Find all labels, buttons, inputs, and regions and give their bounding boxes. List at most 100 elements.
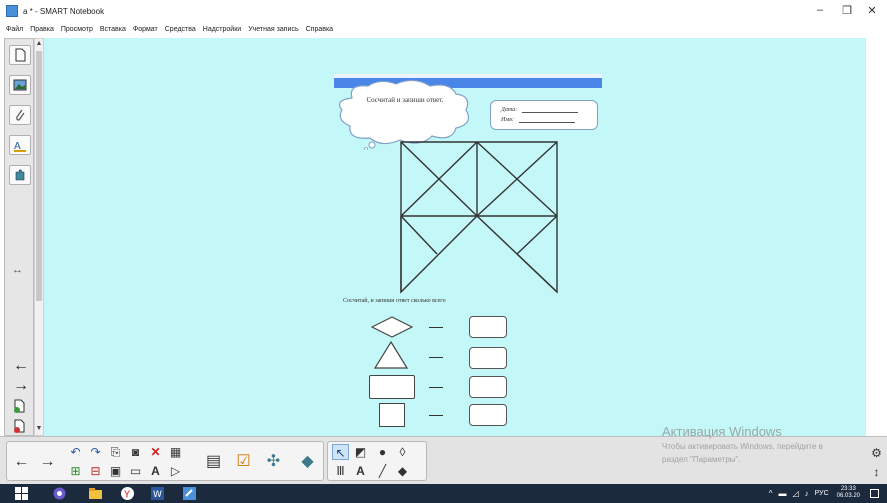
date-label: Дата: bbox=[501, 107, 518, 113]
dash-2 bbox=[429, 357, 443, 358]
menu-file[interactable]: Файл bbox=[6, 26, 23, 33]
table-icon[interactable]: ▦ bbox=[167, 444, 184, 460]
word-icon[interactable]: W bbox=[150, 486, 165, 501]
text-icon[interactable]: A bbox=[147, 463, 164, 479]
display-icon[interactable]: ▤ bbox=[205, 454, 222, 470]
yandex-browser-icon[interactable]: Y bbox=[120, 486, 135, 501]
side-tabs: A ↔ ← → bbox=[4, 38, 34, 436]
answer-box-rhombus[interactable] bbox=[469, 316, 507, 338]
answer-box-triangle[interactable] bbox=[469, 347, 507, 369]
name-line bbox=[518, 117, 575, 123]
text-tool-icon[interactable]: A bbox=[352, 463, 369, 479]
battery-icon[interactable]: ▬ bbox=[778, 489, 786, 498]
menu-insert[interactable]: Вставка bbox=[100, 26, 126, 33]
menu-edit[interactable]: Правка bbox=[30, 26, 54, 33]
addon-icon[interactable]: ✣ bbox=[265, 454, 282, 470]
scroll-thumb[interactable] bbox=[36, 51, 42, 301]
shape-icon[interactable]: ▷ bbox=[167, 463, 184, 479]
delete-page-icon[interactable]: ⊟ bbox=[87, 463, 104, 479]
add-page-icon[interactable]: ⊞ bbox=[67, 463, 84, 479]
screen-capture-icon[interactable]: ◙ bbox=[127, 444, 144, 460]
paste-icon[interactable]: ⎘ bbox=[107, 444, 124, 460]
response-icon[interactable]: ☑ bbox=[235, 454, 252, 470]
menu-format[interactable]: Формат bbox=[133, 26, 158, 33]
attachments-tab[interactable] bbox=[9, 105, 31, 125]
gallery-tab[interactable] bbox=[9, 75, 31, 95]
windows-taskbar: Y W ^ ▬ ◿ ♪ РУС 23:33 06.03.20 bbox=[0, 484, 887, 503]
document-camera-icon[interactable]: ◆ bbox=[299, 454, 316, 470]
properties-tab[interactable]: A bbox=[9, 135, 31, 155]
watermark-line-2: раздел "Параметры". bbox=[662, 455, 741, 464]
menu-help[interactable]: Справка bbox=[306, 26, 333, 33]
addons-icon bbox=[15, 169, 25, 181]
menu-bar: Файл Правка Просмотр Вставка Формат Сред… bbox=[0, 22, 887, 36]
undo-icon[interactable]: ↶ bbox=[67, 444, 84, 460]
eraser-icon[interactable]: ◆ bbox=[394, 463, 411, 479]
volume-icon[interactable]: ♪ bbox=[805, 489, 809, 498]
eraser-tool-icon[interactable]: ◊ bbox=[394, 444, 411, 460]
language-indicator[interactable]: РУС bbox=[815, 490, 829, 497]
smart-notebook-window: a * - SMART Notebook – ❐ ✕ Файл Правка П… bbox=[0, 0, 887, 503]
save-icon[interactable]: ▣ bbox=[107, 463, 124, 479]
gear-icon[interactable]: ⚙ bbox=[868, 445, 885, 461]
scroll-up-icon[interactable]: ▲ bbox=[35, 40, 43, 50]
clock-time: 23:33 bbox=[840, 486, 856, 492]
square-shape[interactable] bbox=[379, 403, 405, 427]
clock-date: 06.03.20 bbox=[836, 493, 860, 499]
whiteboard-canvas[interactable]: Сосчитай и запиши ответ. Дата: Имя: Сосч… bbox=[44, 38, 866, 436]
minimize-button[interactable]: – bbox=[810, 4, 830, 16]
move-toolbar-icon[interactable]: ↕ bbox=[868, 464, 885, 480]
system-tray: ^ ▬ ◿ ♪ РУС 23:33 06.03.20 bbox=[769, 486, 879, 500]
maximize-button[interactable]: ❐ bbox=[837, 4, 857, 17]
clock[interactable]: 23:33 06.03.20 bbox=[837, 486, 860, 500]
file-explorer-icon[interactable] bbox=[88, 486, 103, 501]
fill-icon[interactable]: ● bbox=[374, 444, 391, 460]
pen-icon[interactable]: Ⅲ bbox=[332, 463, 349, 479]
add-page-icon[interactable] bbox=[13, 399, 27, 413]
close-button[interactable]: ✕ bbox=[862, 4, 882, 17]
arrow-left-icon[interactable]: ← bbox=[13, 357, 29, 375]
menu-view[interactable]: Просмотр bbox=[61, 26, 93, 33]
watermark-line-1: Чтобы активировать Windows, перейдите в bbox=[662, 442, 823, 451]
menu-account[interactable]: Учетная запись bbox=[248, 26, 298, 33]
app-icon-1[interactable] bbox=[52, 486, 67, 501]
smart-notebook-taskbar-icon[interactable] bbox=[182, 486, 197, 501]
windows-activation-watermark: Активация Windows Чтобы активировать Win… bbox=[662, 424, 823, 465]
page-sorter-tab[interactable] bbox=[9, 45, 31, 65]
triangle-shape[interactable] bbox=[374, 341, 408, 369]
delete-icon[interactable]: ✕ bbox=[147, 444, 164, 460]
answer-box-rectangle[interactable] bbox=[469, 376, 507, 398]
windows-start-icon[interactable] bbox=[14, 486, 29, 501]
addons-tab[interactable] bbox=[9, 165, 31, 185]
svg-text:W: W bbox=[153, 490, 162, 500]
figure-right-cross bbox=[516, 253, 558, 293]
toolbar-options: ⚙ ↕ bbox=[868, 443, 884, 483]
rectangle-shape[interactable] bbox=[369, 375, 415, 399]
screen-shade-icon[interactable]: ▭ bbox=[127, 463, 144, 479]
prev-page-icon[interactable]: ← bbox=[13, 454, 30, 470]
smart-notebook-icon bbox=[6, 5, 18, 17]
rhombus-shape[interactable] bbox=[371, 316, 413, 338]
next-page-icon[interactable]: → bbox=[39, 454, 56, 470]
answer-box-square[interactable] bbox=[469, 404, 507, 426]
resize-handle-icon[interactable]: ↔ bbox=[12, 264, 23, 276]
name-label: Имя: bbox=[501, 117, 514, 123]
line-icon[interactable]: ╱ bbox=[374, 463, 391, 479]
page-scrollbar[interactable]: ▲ ▼ bbox=[34, 38, 44, 436]
redo-icon[interactable]: ↷ bbox=[87, 444, 104, 460]
shapes-tool-icon[interactable]: ◩ bbox=[352, 444, 369, 460]
menu-tools[interactable]: Средства bbox=[165, 26, 196, 33]
chevron-up-icon[interactable]: ^ bbox=[769, 489, 773, 498]
arrow-right-icon[interactable]: → bbox=[13, 377, 29, 395]
window-title: a * - SMART Notebook bbox=[23, 6, 105, 16]
notification-icon[interactable] bbox=[870, 488, 879, 498]
select-icon[interactable]: ↖ bbox=[332, 444, 349, 460]
delete-page-icon[interactable] bbox=[13, 419, 27, 433]
network-icon[interactable]: ◿ bbox=[792, 489, 798, 498]
main-toolbar-group: ← → ↶ ↷ ⎘ ◙ ✕ ▦ ⊞ ⊟ ▣ ▭ A ▷ ▤ ☑ ✣ ◆ bbox=[6, 441, 324, 481]
scroll-down-icon[interactable]: ▼ bbox=[35, 425, 43, 435]
properties-icon: A bbox=[14, 141, 26, 152]
gallery-icon bbox=[13, 79, 27, 91]
menu-addons[interactable]: Надстройки bbox=[203, 26, 241, 33]
dash-3 bbox=[429, 387, 443, 388]
